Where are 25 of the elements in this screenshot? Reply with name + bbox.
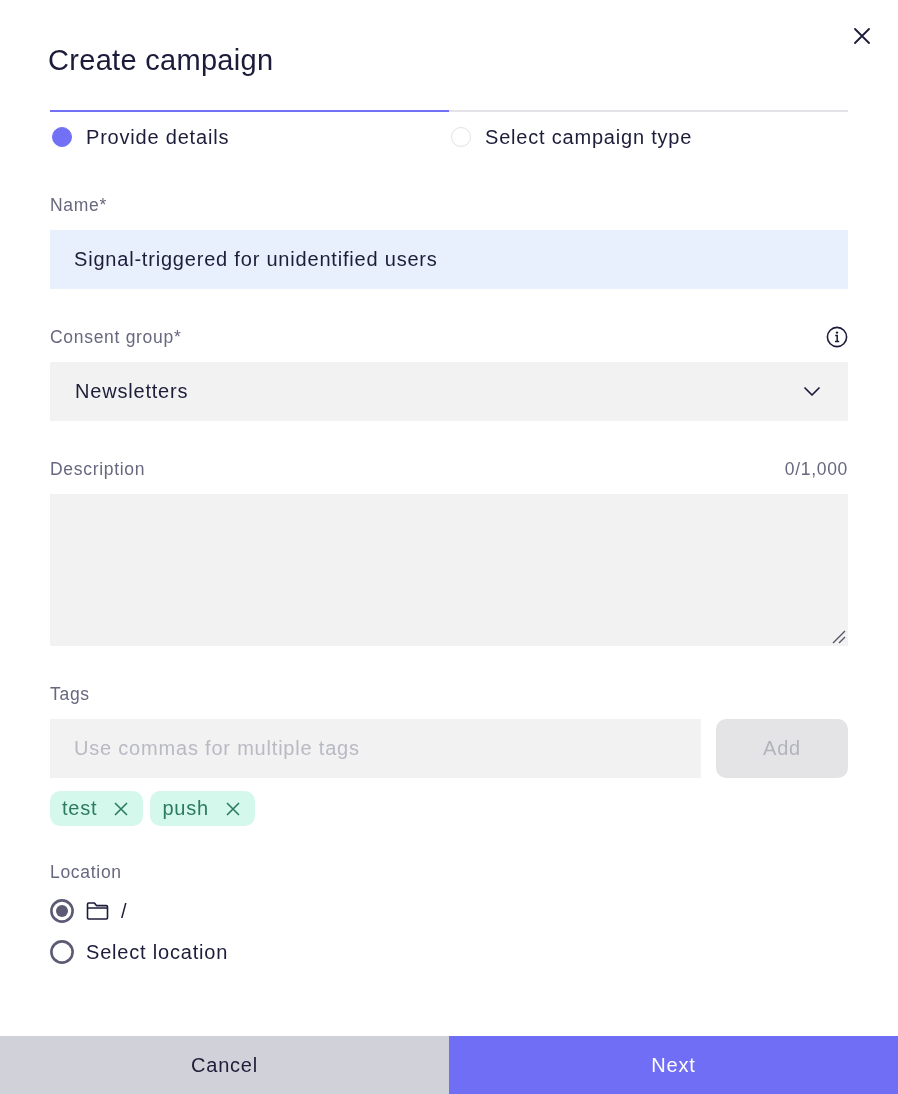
folder-icon [86, 902, 109, 920]
next-button[interactable]: Next [449, 1036, 898, 1094]
tag-label: test [62, 797, 98, 820]
info-icon[interactable] [826, 326, 848, 348]
tag-label: push [162, 797, 209, 820]
field-label: Location [50, 861, 122, 883]
radio-button[interactable] [50, 899, 74, 923]
name-input[interactable]: Signal-triggered for unidentified users [50, 230, 848, 289]
close-icon[interactable] [854, 28, 870, 44]
dialog-title: Create campaign [48, 43, 274, 78]
field-label: Description [50, 458, 146, 480]
tag-input[interactable]: Use commas for multiple tags [50, 719, 701, 778]
chevron-down-icon [804, 387, 820, 396]
step-label: Provide details [86, 127, 230, 147]
field-label: Tags [50, 683, 90, 705]
cancel-button[interactable]: Cancel [0, 1036, 449, 1094]
consent-group-dropdown[interactable]: Newsletters [50, 362, 848, 421]
resize-grip-icon[interactable] [832, 630, 846, 644]
option-label: / [121, 899, 128, 923]
option-label: Select location [86, 940, 229, 964]
character-counter: 0/1,000 [784, 458, 848, 480]
step-label: Select campaign type [485, 127, 693, 147]
radio-button[interactable] [50, 940, 74, 964]
field-label: Name* [50, 194, 107, 216]
field-label: Consent group* [50, 326, 182, 348]
